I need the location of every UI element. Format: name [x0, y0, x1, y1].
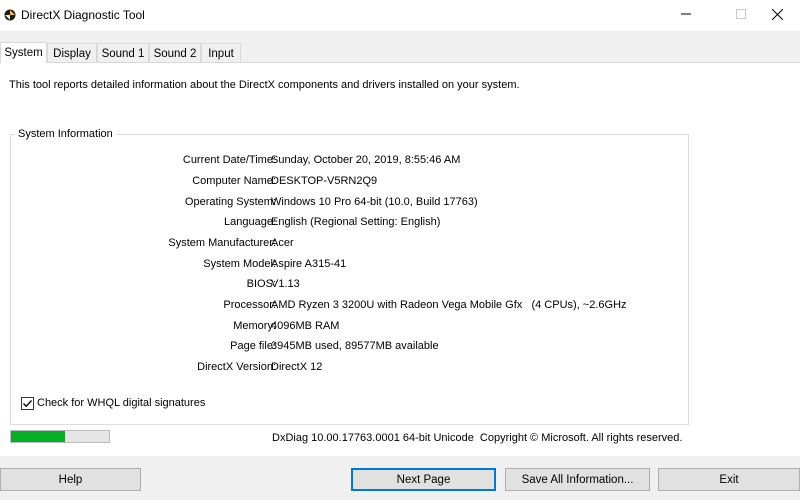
close-icon — [771, 8, 783, 23]
info-row-directx-version: DirectX Version: DirectX 12 — [11, 361, 690, 375]
title-bar: DirectX Diagnostic Tool — [0, 0, 800, 31]
info-row-memory: Memory: 4096MB RAM — [11, 320, 690, 334]
info-value: English (Regional Setting: English) — [271, 216, 441, 228]
checkmark-icon — [23, 399, 32, 407]
button-label: Help — [58, 473, 83, 486]
info-value: 4096MB RAM — [271, 320, 340, 332]
info-row-date-time: Current Date/Time: Sunday, October 20, 2… — [11, 154, 690, 168]
minimize-button[interactable] — [663, 0, 709, 31]
minimize-icon — [681, 9, 691, 22]
info-label: Operating System: — [184, 196, 276, 208]
info-row-computer-name: Computer Name: DESKTOP-V5RN2Q9 — [11, 175, 690, 189]
help-button[interactable]: Help — [0, 468, 141, 491]
tab-label: Sound 1 — [101, 47, 145, 60]
info-label: System Manufacturer: — [168, 237, 276, 249]
info-row-operating-system: Operating System: Windows 10 Pro 64-bit … — [11, 196, 690, 210]
tab-label: System — [4, 47, 43, 59]
info-label: Memory: — [233, 320, 276, 332]
progress-fill — [11, 431, 65, 442]
info-label: Page file: — [230, 340, 276, 352]
info-value: DirectX 12 — [271, 361, 323, 373]
tab-label: Input — [208, 47, 234, 60]
info-value: Aspire A315-41 — [271, 258, 347, 270]
exit-button[interactable]: Exit — [658, 468, 800, 491]
next-page-button[interactable]: Next Page — [351, 468, 496, 491]
info-value: AMD Ryzen 3 3200U with Radeon Vega Mobil… — [271, 299, 627, 311]
maximize-icon — [736, 9, 746, 22]
info-value: V1.13 — [271, 278, 300, 290]
info-value: Sunday, October 20, 2019, 8:55:46 AM — [271, 154, 461, 166]
intro-text: This tool reports detailed information a… — [9, 79, 520, 91]
system-information-group: System Information Current Date/Time: Su… — [10, 128, 690, 425]
tab-strip: System Display Sound 1 Sound 2 Input — [0, 31, 800, 63]
directx-icon — [4, 9, 16, 21]
info-label: System Model: — [203, 258, 276, 270]
info-label: Current Date/Time: — [182, 154, 276, 166]
info-value: Windows 10 Pro 64-bit (10.0, Build 17763… — [271, 196, 478, 208]
info-row-page-file: Page file: 3945MB used, 89577MB availabl… — [11, 340, 690, 354]
info-row-system-model: System Model: Aspire A315-41 — [11, 258, 690, 272]
info-label: Computer Name: — [192, 175, 276, 187]
tab-input[interactable]: Input — [201, 43, 241, 63]
button-label: Exit — [719, 473, 739, 486]
tab-system[interactable]: System — [0, 42, 47, 63]
window-title: DirectX Diagnostic Tool — [21, 8, 145, 22]
tab-display[interactable]: Display — [47, 43, 97, 63]
info-value: 3945MB used, 89577MB available — [271, 340, 439, 352]
tab-content-panel: This tool reports detailed information a… — [0, 62, 800, 456]
info-label: DirectX Version: — [197, 361, 276, 373]
info-value: Acer — [271, 237, 294, 249]
save-all-information-button[interactable]: Save All Information... — [505, 468, 650, 491]
copyright-text: DxDiag 10.00.17763.0001 64-bit Unicode C… — [272, 432, 683, 444]
group-title: System Information — [15, 128, 116, 140]
button-label: Save All Information... — [521, 473, 634, 486]
tab-label: Display — [53, 47, 91, 60]
tab-sound-1[interactable]: Sound 1 — [97, 43, 149, 63]
tab-sound-2[interactable]: Sound 2 — [149, 43, 201, 63]
info-label: Processor: — [223, 299, 276, 311]
close-button[interactable] — [754, 0, 800, 31]
whql-checkbox-row[interactable]: Check for WHQL digital signatures — [21, 396, 205, 410]
info-label: Language: — [224, 216, 276, 228]
info-value: DESKTOP-V5RN2Q9 — [271, 175, 378, 187]
info-row-bios: BIOS: V1.13 — [11, 278, 690, 292]
tab-label: Sound 2 — [153, 47, 197, 60]
info-row-system-manufacturer: System Manufacturer: Acer — [11, 237, 690, 251]
progress-bar — [10, 430, 110, 443]
info-row-language: Language: English (Regional Setting: Eng… — [11, 216, 690, 230]
info-row-processor: Processor: AMD Ryzen 3 3200U with Radeon… — [11, 299, 690, 313]
whql-checkbox-label[interactable]: Check for WHQL digital signatures — [37, 397, 205, 409]
whql-checkbox[interactable] — [21, 396, 34, 410]
button-label: Next Page — [396, 473, 451, 486]
